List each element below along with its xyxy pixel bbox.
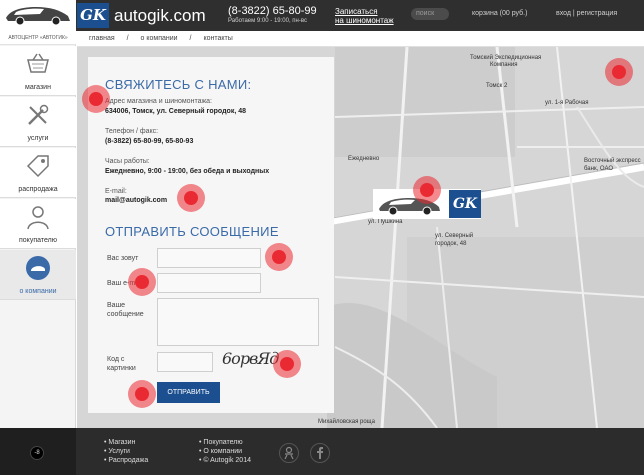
cart-link[interactable]: корзина (00 руб.) <box>472 10 527 17</box>
footer-link-sale[interactable]: • Распродажа <box>104 457 148 464</box>
footer-link-about[interactable]: • О компании <box>199 448 242 455</box>
click-marker <box>82 85 110 113</box>
phone-label: Телефон / факс: <box>105 128 159 135</box>
captcha-label-line2: картинки <box>107 365 136 372</box>
message-label: Ваше сообщение <box>107 301 144 319</box>
hours-value: Ежедневно, 9:00 - 19:00, без обеда и вых… <box>105 168 270 175</box>
map-label: банк, ОАО <box>584 166 613 172</box>
map-label: ул. Северный <box>435 233 474 239</box>
map-label: Томский Экспедиционная <box>470 55 542 61</box>
breadcrumb-home[interactable]: главная <box>89 35 115 42</box>
address-label: Адрес магазина и шиномонтажа: <box>105 98 212 105</box>
sidebar-item-label: о компании <box>19 288 57 295</box>
click-marker <box>128 380 156 408</box>
autocenter-logo[interactable] <box>0 0 76 31</box>
login-register-link[interactable]: вход | регистрация <box>556 10 617 17</box>
breadcrumb-separator: / <box>126 35 129 42</box>
search-input[interactable]: поиск <box>411 8 449 20</box>
footer-link-shop[interactable]: • Магазин <box>104 439 135 446</box>
click-marker <box>128 268 156 296</box>
tag-icon <box>26 155 49 178</box>
map-label: Томск 2 <box>486 83 508 89</box>
breadcrumb-separator: / <box>189 35 192 42</box>
sidebar-item-label: магазин <box>25 84 51 91</box>
breadcrumb-about[interactable]: о компании <box>141 35 178 42</box>
book-link-line1: Записаться <box>335 7 378 16</box>
captcha-field[interactable] <box>157 352 213 372</box>
form-title: ОТПРАВИТЬ СООБЩЕНИЕ <box>105 224 279 239</box>
email-link[interactable]: mail@autogik.com <box>105 197 167 204</box>
address-value: 634006, Томск, ул. Северный городок, 48 <box>105 108 247 115</box>
map-label: ул. 1-я Рабочая <box>545 100 589 106</box>
message-field[interactable] <box>157 298 319 346</box>
email-label: E-mail: <box>105 188 127 195</box>
header-hours: Работаем 9:00 - 19:00, пн-вс <box>228 18 307 24</box>
footer-logo[interactable]: -8 <box>30 446 44 460</box>
contact-title: СВЯЖИТЕСЬ С НАМИ: <box>105 77 252 92</box>
sidebar-item-customers[interactable]: покупателю <box>0 199 76 249</box>
sidebar-item-shop[interactable]: магазин <box>0 46 76 96</box>
name-field[interactable] <box>157 248 261 268</box>
send-button[interactable]: ОТПРАВИТЬ <box>157 382 220 403</box>
sidebar-item-services[interactable]: услуги <box>0 97 76 147</box>
book-tire-service-link[interactable]: Записаться на шиномонтаж <box>335 7 394 25</box>
phone-value: (8-3822) 65-80-99, 65-80-93 <box>105 138 194 145</box>
sidebar-item-label: покупателю <box>19 237 57 244</box>
basket-icon <box>27 53 49 73</box>
map-label: Михайловская роща <box>318 419 375 425</box>
book-link-line2: на шиномонтаж <box>335 16 394 25</box>
click-marker <box>605 58 633 86</box>
sidebar-item-about[interactable]: о компании <box>0 250 76 300</box>
message-label-line1: Ваше <box>107 302 126 309</box>
tools-icon <box>28 104 49 125</box>
person-icon <box>27 206 49 230</box>
footer-logo-area: -8 <box>0 428 76 475</box>
breadcrumb: главная / о компании / контакты <box>77 31 644 47</box>
sidebar-item-label: распродажа <box>18 186 58 193</box>
odnoklassniki-icon[interactable] <box>279 443 299 463</box>
captcha-label: Код с картинки <box>107 355 136 373</box>
map-label: городок, 48 <box>435 241 467 247</box>
company-badge-icon <box>26 256 50 280</box>
map-label: Компания <box>490 62 518 68</box>
map-label: Восточный экспресс <box>584 158 641 164</box>
footer-link-services[interactable]: • Услуги <box>104 448 130 455</box>
hours-label: Часы работы: <box>105 158 150 165</box>
click-marker <box>265 243 293 271</box>
footer-link-customers[interactable]: • Покупателю <box>199 439 243 446</box>
sidebar-item-sale[interactable]: распродажа <box>0 148 76 198</box>
message-label-line2: сообщение <box>107 311 144 318</box>
brand-name[interactable]: autogik.com <box>114 6 206 26</box>
map-label: Ежедневно <box>348 156 380 162</box>
email-field[interactable] <box>157 273 261 293</box>
sidebar-title: АВТОЦЕНТР «АВТОГИК» <box>0 31 76 45</box>
click-marker <box>177 184 205 212</box>
map-brand-logo: GK <box>449 190 481 218</box>
footer-copyright: • © Autogik 2014 <box>199 457 251 464</box>
sidebar-item-label: услуги <box>27 135 49 142</box>
header-phone: (8-3822) 65-80-99 <box>228 5 317 17</box>
brand-logo[interactable]: GK <box>77 3 109 28</box>
facebook-icon[interactable] <box>310 443 330 463</box>
breadcrumb-contacts: контакты <box>203 35 233 42</box>
captcha-label-line1: Код с <box>107 356 125 363</box>
click-marker <box>413 176 441 204</box>
name-label: Вас зовут <box>107 255 139 262</box>
click-marker <box>273 350 301 378</box>
captcha-image: 6орвЯд <box>222 349 279 368</box>
map-label: ул. Пушкина <box>368 219 403 225</box>
